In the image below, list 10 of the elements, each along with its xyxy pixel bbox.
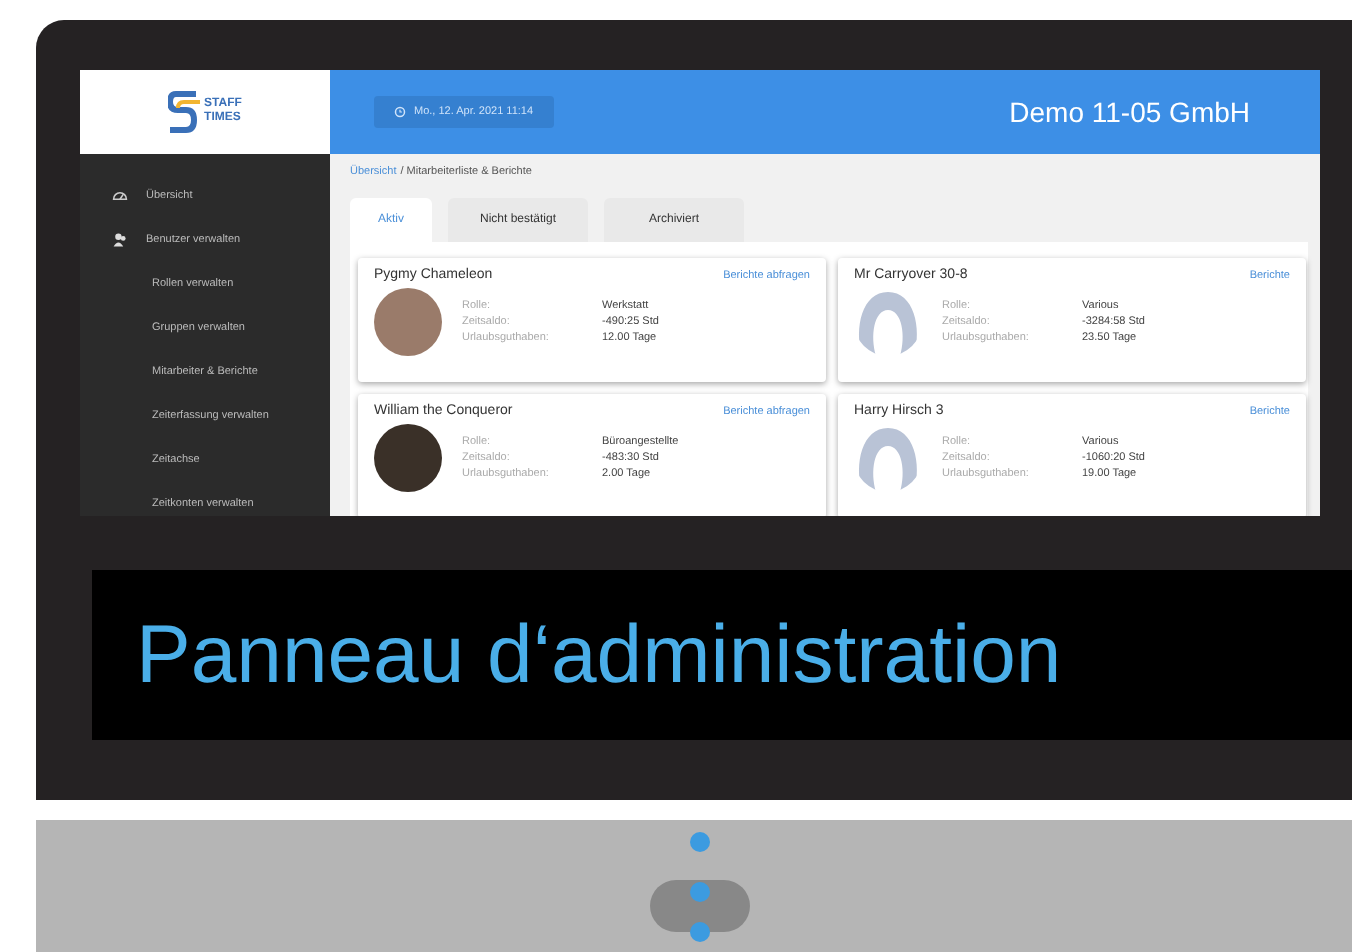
clock-icon xyxy=(394,106,406,118)
company-name: Demo 11-05 GmbH xyxy=(1009,96,1250,128)
avatar-icon xyxy=(854,424,922,492)
avatar-icon xyxy=(854,288,922,356)
logo-icon xyxy=(168,90,201,134)
photo-placeholder xyxy=(374,288,442,356)
users-icon xyxy=(112,232,128,248)
caption-text: Panneau d‘administration xyxy=(136,608,1062,702)
photo-placeholder xyxy=(374,424,442,492)
gauge-icon xyxy=(112,188,128,204)
